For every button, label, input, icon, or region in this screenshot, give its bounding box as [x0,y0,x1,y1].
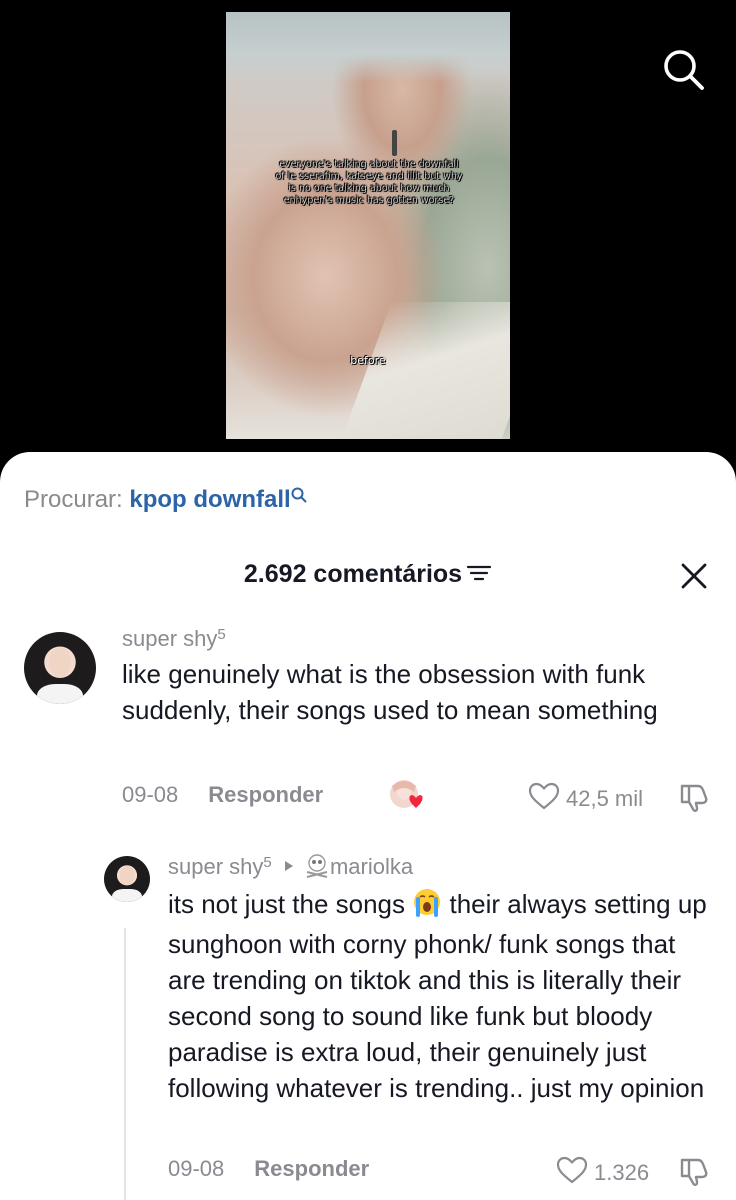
reply-button[interactable]: Responder [208,782,323,808]
reply-to-username[interactable]: mariolka [330,854,413,879]
search-icon [291,484,307,512]
related-search[interactable]: Procurar: kpop downfall [24,486,307,514]
reply-username-row: super shy5 mariolka [168,852,718,884]
username-superscript: 5 [217,626,226,643]
comment-count: 2.692 comentários [243,560,463,588]
comment-date: 09-08 [168,1156,225,1181]
avatar[interactable] [104,856,150,902]
related-search-query[interactable]: kpop downfall [129,486,290,513]
creator-liked-badge [388,778,430,817]
collar [340,302,510,439]
video-area: everyone's talking about the downfall of… [0,0,736,470]
heart-icon[interactable] [556,1156,588,1190]
like-count: 1.326 [594,1160,650,1185]
related-search-label: Procurar: [24,486,123,513]
comment-text: like genuinely what is the obsession wit… [122,659,658,725]
video-caption: everyone's talking about the downfall of… [275,159,463,206]
avatar-shirt [112,889,142,902]
reply-arrow-icon [284,852,294,878]
earring [392,130,397,156]
skull-avatar-icon [304,852,330,884]
username-text: super shy [122,626,218,651]
hair [226,12,510,82]
avatar-face [120,866,134,885]
thumbs-down-icon[interactable] [678,1156,710,1193]
username-superscript: 5 [263,854,272,871]
comments-header: 2.692 comentários [0,560,736,589]
comment-date: 09-08 [122,782,179,807]
reply-item: super shy5 mariolka its not just the son… [168,852,718,1106]
like-count: 42,5 mil [566,786,644,811]
search-icon[interactable] [660,46,706,92]
avatar-face [49,647,71,677]
video-thumbnail[interactable]: everyone's talking about the downfall of… [226,12,510,439]
avatar[interactable] [24,632,96,704]
like-group: 42,5 mil [528,782,643,816]
reply-button[interactable]: Responder [254,1156,369,1182]
comment-item: super shy5 like genuinely what is the ob… [122,626,712,728]
comment-meta: 09-08 Responder [168,1156,369,1182]
heart-icon[interactable] [528,782,560,816]
comment-username[interactable]: super shy [168,854,263,879]
avatar-shirt [36,683,84,704]
thumbs-down-icon[interactable] [678,782,710,819]
close-icon[interactable] [680,562,708,590]
comment-username[interactable]: super shy5 [122,626,712,652]
comment-text: its not just the songs their always sett… [168,886,718,1106]
filter-icon[interactable] [466,563,492,588]
video-caption-before: before [350,354,386,367]
comments-sheet: Procurar: kpop downfall 2.692 comentário… [0,452,736,1200]
comment-meta: 09-08 Responder [122,782,323,808]
comment-text-part1: its not just the songs [168,889,406,919]
thread-line [124,928,126,1200]
like-group: 1.326 [556,1156,649,1190]
crying-face-icon [412,887,442,926]
